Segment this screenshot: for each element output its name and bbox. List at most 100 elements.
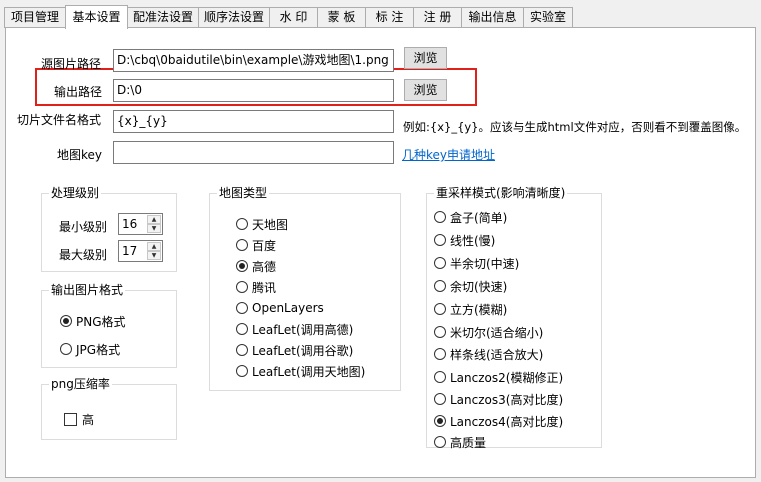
tile-name-format-hint: 例如:{x}_{y}。应该与生成html文件对应，否则看不到覆盖图像。 bbox=[403, 120, 747, 134]
tab-project-management[interactable]: 项目管理 bbox=[4, 7, 66, 28]
resample-option-label: 余切(快速) bbox=[450, 279, 508, 294]
resample-option-label: Lanczos2(模糊修正) bbox=[450, 370, 564, 385]
tab-registration-settings[interactable]: 配准法设置 bbox=[127, 7, 199, 28]
map-type-openlayers-radio[interactable]: OpenLayers bbox=[236, 300, 324, 316]
resample-option-label: Lanczos4(高对比度) bbox=[450, 414, 564, 429]
tab-sequence-settings[interactable]: 顺序法设置 bbox=[198, 7, 270, 28]
min-level-stepper[interactable]: 16 ▲ ▼ bbox=[118, 213, 163, 235]
radio-empty-icon bbox=[434, 234, 446, 246]
map-type-tianditu-radio[interactable]: 天地图 bbox=[236, 216, 288, 232]
resample-lanczos3-radio[interactable]: Lanczos3(高对比度) bbox=[434, 391, 563, 407]
resample-high-quality-radio[interactable]: 高质量 bbox=[434, 434, 486, 450]
max-level-stepper[interactable]: 17 ▲ ▼ bbox=[118, 240, 163, 262]
map-type-option-label: LeafLet(调用谷歌) bbox=[252, 343, 354, 358]
max-level-value: 17 bbox=[122, 244, 138, 258]
radio-selected-icon bbox=[60, 315, 72, 327]
resample-lanczos2-radio[interactable]: Lanczos2(模糊修正) bbox=[434, 369, 563, 385]
resample-box-radio[interactable]: 盒子(简单) bbox=[434, 209, 507, 225]
png-compress-high-label: 高 bbox=[82, 412, 95, 427]
format-jpg-label: JPG格式 bbox=[76, 342, 121, 357]
resample-lanczos4-radio[interactable]: Lanczos4(高对比度) bbox=[434, 413, 563, 429]
output-path-input[interactable]: D:\0 bbox=[113, 79, 394, 102]
map-type-leaflet-gaode-radio[interactable]: LeafLet(调用高德) bbox=[236, 321, 353, 337]
map-key-apply-link[interactable]: 几种key申请地址 bbox=[402, 146, 495, 163]
map-type-group-title: 地图类型 bbox=[217, 186, 270, 200]
format-png-radio[interactable]: PNG格式 bbox=[60, 313, 126, 329]
radio-selected-icon bbox=[434, 415, 446, 427]
tab-lab[interactable]: 实验室 bbox=[523, 7, 573, 28]
radio-empty-icon bbox=[434, 211, 446, 223]
radio-empty-icon bbox=[434, 436, 446, 448]
resample-cotangent-radio[interactable]: 余切(快速) bbox=[434, 278, 507, 294]
radio-empty-icon bbox=[236, 344, 248, 356]
tab-watermark[interactable]: 水 印 bbox=[269, 7, 318, 28]
basic-settings-panel: 源图片路径 D:\cbq\0baidutile\bin\example\游戏地图… bbox=[5, 27, 756, 478]
tab-register[interactable]: 注 册 bbox=[413, 7, 462, 28]
resample-option-label: 盒子(简单) bbox=[450, 210, 508, 225]
resample-option-label: 线性(慢) bbox=[450, 233, 496, 248]
map-type-option-label: 高德 bbox=[252, 259, 277, 274]
resample-spline-radio[interactable]: 样条线(适合放大) bbox=[434, 346, 543, 362]
map-type-leaflet-google-radio[interactable]: LeafLet(调用谷歌) bbox=[236, 342, 353, 358]
map-type-option-label: LeafLet(调用天地图) bbox=[252, 364, 366, 379]
radio-empty-icon bbox=[236, 323, 248, 335]
resample-cubic-radio[interactable]: 立方(模糊) bbox=[434, 301, 507, 317]
max-level-label: 最大级别 bbox=[59, 248, 108, 262]
format-png-label: PNG格式 bbox=[76, 314, 126, 329]
png-compress-group: png压缩率 高 bbox=[41, 377, 177, 440]
map-key-input[interactable] bbox=[113, 141, 394, 164]
resample-mode-group: 重采样模式(影响清晰度) 盒子(简单) 线性(慢) 半余切(中速) 余切(快速)… bbox=[426, 186, 602, 450]
radio-empty-icon bbox=[236, 365, 248, 377]
resample-option-label: 半余切(中速) bbox=[450, 256, 520, 271]
map-type-baidu-radio[interactable]: 百度 bbox=[236, 237, 276, 253]
tab-mask[interactable]: 蒙 板 bbox=[317, 7, 366, 28]
radio-empty-icon bbox=[236, 302, 248, 314]
resample-mitchell-radio[interactable]: 米切尔(适合缩小) bbox=[434, 324, 543, 340]
resample-option-label: Lanczos3(高对比度) bbox=[450, 392, 564, 407]
checkbox-icon bbox=[64, 412, 77, 426]
source-browse-button[interactable]: 浏览 bbox=[404, 47, 447, 69]
png-compress-high-checkbox[interactable]: 高 bbox=[64, 411, 94, 427]
resample-mode-group-title: 重采样模式(影响清晰度) bbox=[434, 186, 568, 200]
output-path-label: 输出路径 bbox=[54, 85, 103, 99]
radio-empty-icon bbox=[434, 393, 446, 405]
source-path-input[interactable]: D:\cbq\0baidutile\bin\example\游戏地图\1.png bbox=[113, 49, 394, 72]
tab-annotation[interactable]: 标 注 bbox=[365, 7, 414, 28]
radio-empty-icon bbox=[434, 257, 446, 269]
tile-name-format-input[interactable]: {x}_{y} bbox=[113, 110, 394, 133]
min-level-label: 最小级别 bbox=[59, 220, 108, 234]
spin-down-icon[interactable]: ▼ bbox=[147, 224, 161, 233]
tile-name-format-label: 切片文件名格式 bbox=[17, 113, 102, 127]
spin-up-icon[interactable]: ▲ bbox=[147, 242, 161, 251]
spin-up-icon[interactable]: ▲ bbox=[147, 215, 161, 224]
levels-group: 处理级别 最小级别 16 ▲ ▼ 最大级别 17 ▲ ▼ bbox=[41, 186, 177, 272]
map-type-option-label: OpenLayers bbox=[252, 301, 324, 315]
resample-option-label: 样条线(适合放大) bbox=[450, 347, 544, 362]
resample-linear-radio[interactable]: 线性(慢) bbox=[434, 232, 495, 248]
radio-empty-icon bbox=[434, 348, 446, 360]
tab-output-info[interactable]: 输出信息 bbox=[461, 7, 524, 28]
map-type-option-label: 腾讯 bbox=[252, 280, 277, 295]
radio-empty-icon bbox=[434, 303, 446, 315]
radio-empty-icon bbox=[434, 326, 446, 338]
resample-half-cotangent-radio[interactable]: 半余切(中速) bbox=[434, 255, 519, 271]
format-jpg-radio[interactable]: JPG格式 bbox=[60, 341, 120, 357]
map-type-leaflet-tianditu-radio[interactable]: LeafLet(调用天地图) bbox=[236, 363, 365, 379]
spin-down-icon[interactable]: ▼ bbox=[147, 251, 161, 260]
map-type-gaode-radio[interactable]: 高德 bbox=[236, 258, 276, 274]
radio-empty-icon bbox=[434, 280, 446, 292]
map-type-group: 地图类型 天地图 百度 高德 腾讯 OpenLayers LeafLet(调用高… bbox=[209, 186, 401, 391]
map-type-option-label: 百度 bbox=[252, 238, 277, 253]
radio-selected-icon bbox=[236, 260, 248, 272]
map-type-option-label: LeafLet(调用高德) bbox=[252, 322, 354, 337]
radio-empty-icon bbox=[236, 239, 248, 251]
output-format-group: 输出图片格式 PNG格式 JPG格式 bbox=[41, 283, 177, 368]
output-browse-button[interactable]: 浏览 bbox=[404, 79, 447, 101]
radio-empty-icon bbox=[236, 218, 248, 230]
source-path-label: 源图片路径 bbox=[41, 57, 102, 71]
radio-empty-icon bbox=[434, 371, 446, 383]
radio-empty-icon bbox=[236, 281, 248, 293]
tab-basic-settings[interactable]: 基本设置 bbox=[65, 5, 128, 29]
levels-group-title: 处理级别 bbox=[49, 186, 102, 200]
map-type-tencent-radio[interactable]: 腾讯 bbox=[236, 279, 276, 295]
